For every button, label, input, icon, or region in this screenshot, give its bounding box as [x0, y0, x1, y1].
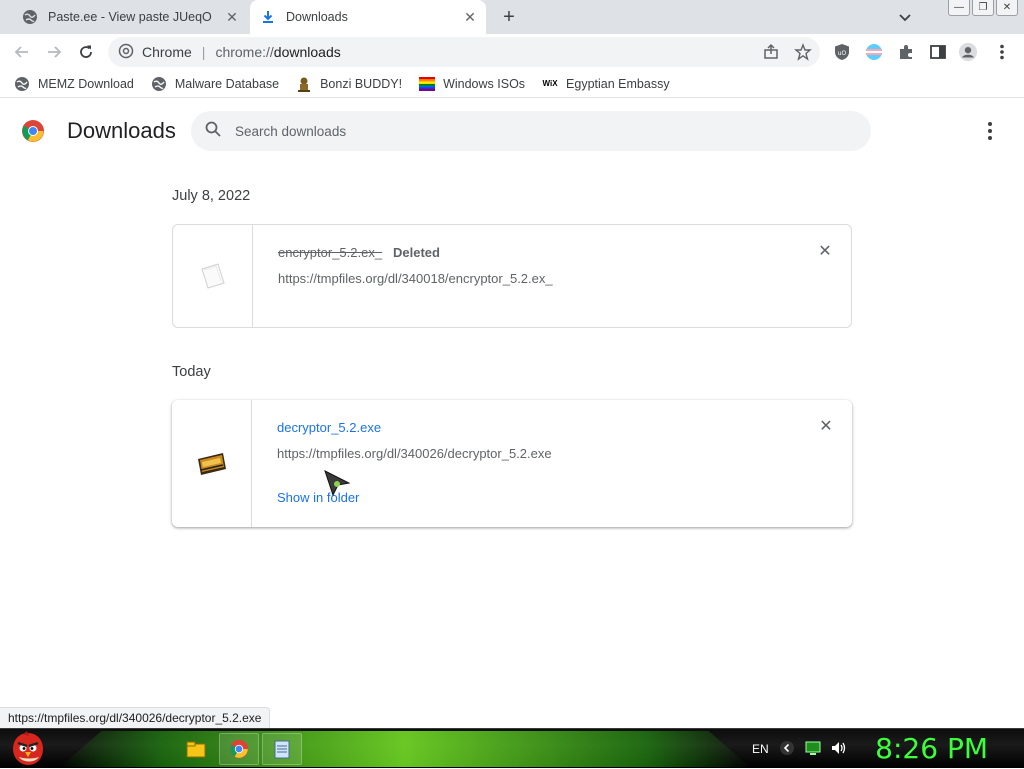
- chrome-site-icon: [118, 43, 134, 62]
- minimize-button[interactable]: —: [948, 0, 970, 16]
- url-separator: |: [201, 44, 206, 60]
- new-tab-button[interactable]: +: [498, 6, 520, 28]
- bonzi-icon: [296, 76, 312, 92]
- globe-icon: [14, 76, 30, 92]
- bookmark-bonzi-buddy[interactable]: Bonzi BUDDY!: [296, 76, 402, 92]
- bookmark-label: Egyptian Embassy: [566, 76, 670, 91]
- angry-bird-start-icon: [13, 731, 43, 765]
- download-status: Deleted: [393, 245, 440, 260]
- blank-file-icon: [200, 263, 225, 289]
- file-name: encryptor_5.2.ex_: [278, 245, 383, 260]
- bookmark-label: Bonzi BUDDY!: [320, 76, 403, 91]
- svg-text:uO: uO: [838, 50, 847, 57]
- volume-icon[interactable]: [831, 741, 847, 758]
- browser-menu-icon[interactable]: [992, 42, 1012, 62]
- tab-strip: Paste.ee - View paste JUeqO ✕ Downloads …: [0, 0, 1024, 34]
- address-bar[interactable]: Chrome | chrome://downloads: [108, 37, 820, 67]
- bookmark-memz-download[interactable]: MEMZ Download: [14, 76, 134, 92]
- url-text: chrome://downloads: [215, 44, 340, 60]
- date-heading: Today: [172, 364, 211, 380]
- download-item: decryptor_5.2.exe https://tmpfiles.org/d…: [172, 400, 852, 527]
- bookmarks-bar: MEMZ Download Malware Database Bonzi BUD…: [0, 70, 1024, 98]
- site-label: Chrome: [142, 44, 192, 60]
- notepad-icon: [274, 740, 290, 759]
- taskbar-chrome[interactable]: [219, 733, 259, 765]
- start-button[interactable]: [6, 729, 50, 769]
- chrome-logo-icon: [21, 119, 45, 143]
- search-downloads-bar[interactable]: [191, 111, 871, 151]
- close-window-button[interactable]: ✕: [996, 0, 1018, 16]
- globe-icon: [151, 76, 167, 92]
- remove-item-close-icon[interactable]: ✕: [817, 243, 833, 260]
- mouse-cursor-icon: [324, 470, 351, 497]
- side-panel-icon[interactable]: [928, 42, 948, 62]
- search-input[interactable]: [235, 123, 795, 139]
- arrow-left-icon: [14, 46, 28, 58]
- tab-close-icon[interactable]: ✕: [460, 7, 480, 27]
- bookmark-star-icon[interactable]: [794, 43, 812, 64]
- bookmark-label: Windows ISOs: [443, 76, 526, 91]
- taskbar-notepad[interactable]: [262, 733, 302, 765]
- file-icon-cell: [172, 400, 252, 527]
- tab-title: Paste.ee - View paste JUeqO: [48, 10, 212, 24]
- network-icon[interactable]: [805, 741, 821, 758]
- chrome-icon: [229, 739, 249, 759]
- language-indicator[interactable]: EN: [752, 742, 769, 756]
- file-name-link[interactable]: decryptor_5.2.exe: [277, 420, 381, 435]
- file-url[interactable]: https://tmpfiles.org/dl/340026/decryptor…: [277, 446, 552, 461]
- puzzle-extensions-icon[interactable]: [896, 42, 916, 62]
- tab-title: Downloads: [286, 10, 348, 24]
- more-actions-icon[interactable]: [980, 121, 1000, 141]
- tab-downloads[interactable]: Downloads ✕: [250, 0, 486, 34]
- download-icon: [260, 9, 276, 25]
- share-icon[interactable]: [762, 43, 780, 64]
- wix-icon: WiX: [542, 79, 558, 88]
- ublock-icon[interactable]: uO: [832, 42, 852, 62]
- trans-flag-extension-icon[interactable]: [864, 42, 884, 62]
- omnibox-actions: [762, 43, 812, 64]
- reload-icon: [80, 45, 92, 58]
- back-button[interactable]: [10, 40, 34, 64]
- file-icon-cell: [173, 225, 253, 327]
- globe-icon: [22, 9, 38, 25]
- browser-toolbar: Chrome | chrome://downloads uO: [0, 34, 1024, 70]
- reload-button[interactable]: [74, 40, 98, 64]
- window-controls: — ❐ ✕: [948, 0, 1018, 16]
- file-url[interactable]: https://tmpfiles.org/dl/340018/encryptor…: [278, 271, 553, 286]
- taskbar-explorer[interactable]: [176, 733, 216, 765]
- url-scheme: chrome://: [215, 44, 274, 60]
- tab-paste-ee[interactable]: Paste.ee - View paste JUeqO ✕: [12, 0, 248, 34]
- url-path: downloads: [273, 44, 341, 60]
- taskbar-glow: [60, 731, 750, 767]
- restore-button[interactable]: ❐: [972, 0, 994, 16]
- taskbar-clock[interactable]: 8:26 PM: [875, 732, 988, 765]
- downloads-header: Downloads: [0, 99, 1024, 163]
- date-heading: July 8, 2022: [172, 188, 251, 204]
- bookmark-label: MEMZ Download: [38, 76, 134, 91]
- bookmark-windows-isos[interactable]: Windows ISOs: [419, 76, 525, 92]
- download-item: encryptor_5.2.ex_ Deleted https://tmpfil…: [172, 224, 852, 328]
- tray-chevron-icon[interactable]: [779, 740, 795, 759]
- search-icon: [205, 121, 221, 142]
- executable-file-icon: [197, 452, 226, 475]
- system-tray: EN: [752, 729, 847, 769]
- page-title: Downloads: [67, 118, 176, 143]
- folder-icon: [186, 741, 206, 758]
- link-status-bubble: https://tmpfiles.org/dl/340026/decryptor…: [0, 707, 271, 728]
- profile-avatar-icon[interactable]: [958, 42, 978, 62]
- bookmark-egyptian-embassy[interactable]: WiX Egyptian Embassy: [542, 76, 670, 92]
- bookmark-malware-database[interactable]: Malware Database: [151, 76, 279, 92]
- chevron-down-icon[interactable]: [896, 8, 914, 26]
- forward-button[interactable]: [42, 40, 66, 64]
- bookmark-label: Malware Database: [174, 76, 280, 91]
- windows-flag-icon: [419, 76, 436, 92]
- arrow-right-icon: [48, 46, 62, 58]
- remove-item-close-icon[interactable]: ✕: [818, 418, 834, 435]
- tab-close-icon[interactable]: ✕: [222, 7, 242, 27]
- taskbar: EN 8:26 PM: [0, 728, 1024, 768]
